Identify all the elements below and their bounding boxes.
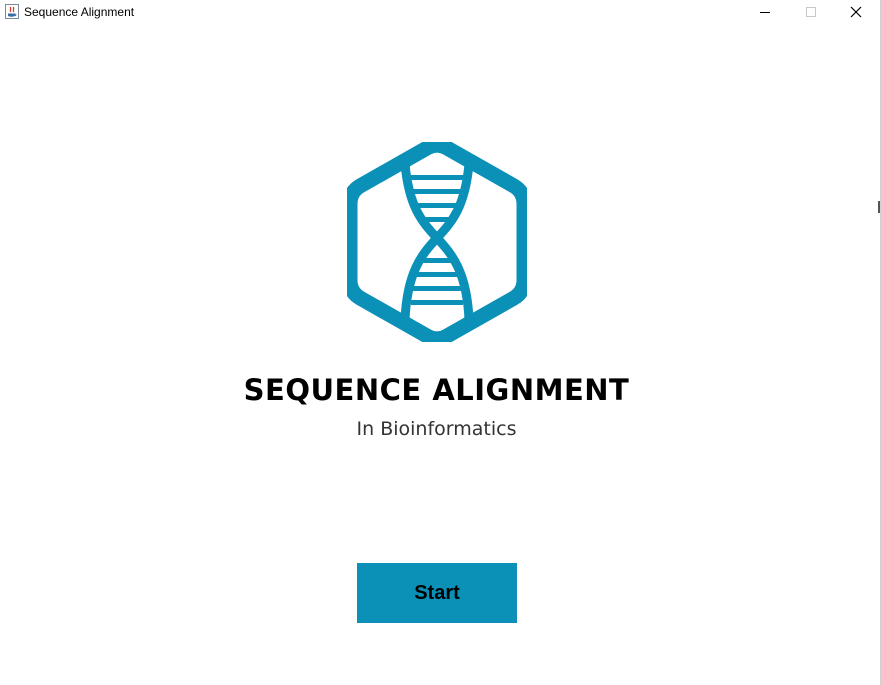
app-window: Sequence Alignment SEQUENCE ALIGNMENT In…	[0, 0, 881, 685]
window-resize-edge[interactable]	[878, 201, 880, 213]
start-button[interactable]: Start	[357, 563, 517, 623]
minimize-button[interactable]	[742, 0, 788, 24]
maximize-icon	[806, 7, 816, 17]
window-title: Sequence Alignment	[24, 5, 135, 19]
app-title: SEQUENCE ALIGNMENT	[243, 373, 630, 407]
close-icon	[850, 6, 862, 18]
maximize-button[interactable]	[788, 0, 834, 24]
title-bar[interactable]: Sequence Alignment	[0, 0, 879, 24]
java-icon[interactable]	[5, 4, 19, 19]
dna-hexagon-icon	[342, 137, 532, 347]
close-button[interactable]	[833, 0, 879, 24]
app-subtitle: In Bioinformatics	[356, 418, 517, 440]
minimize-icon	[760, 12, 770, 13]
